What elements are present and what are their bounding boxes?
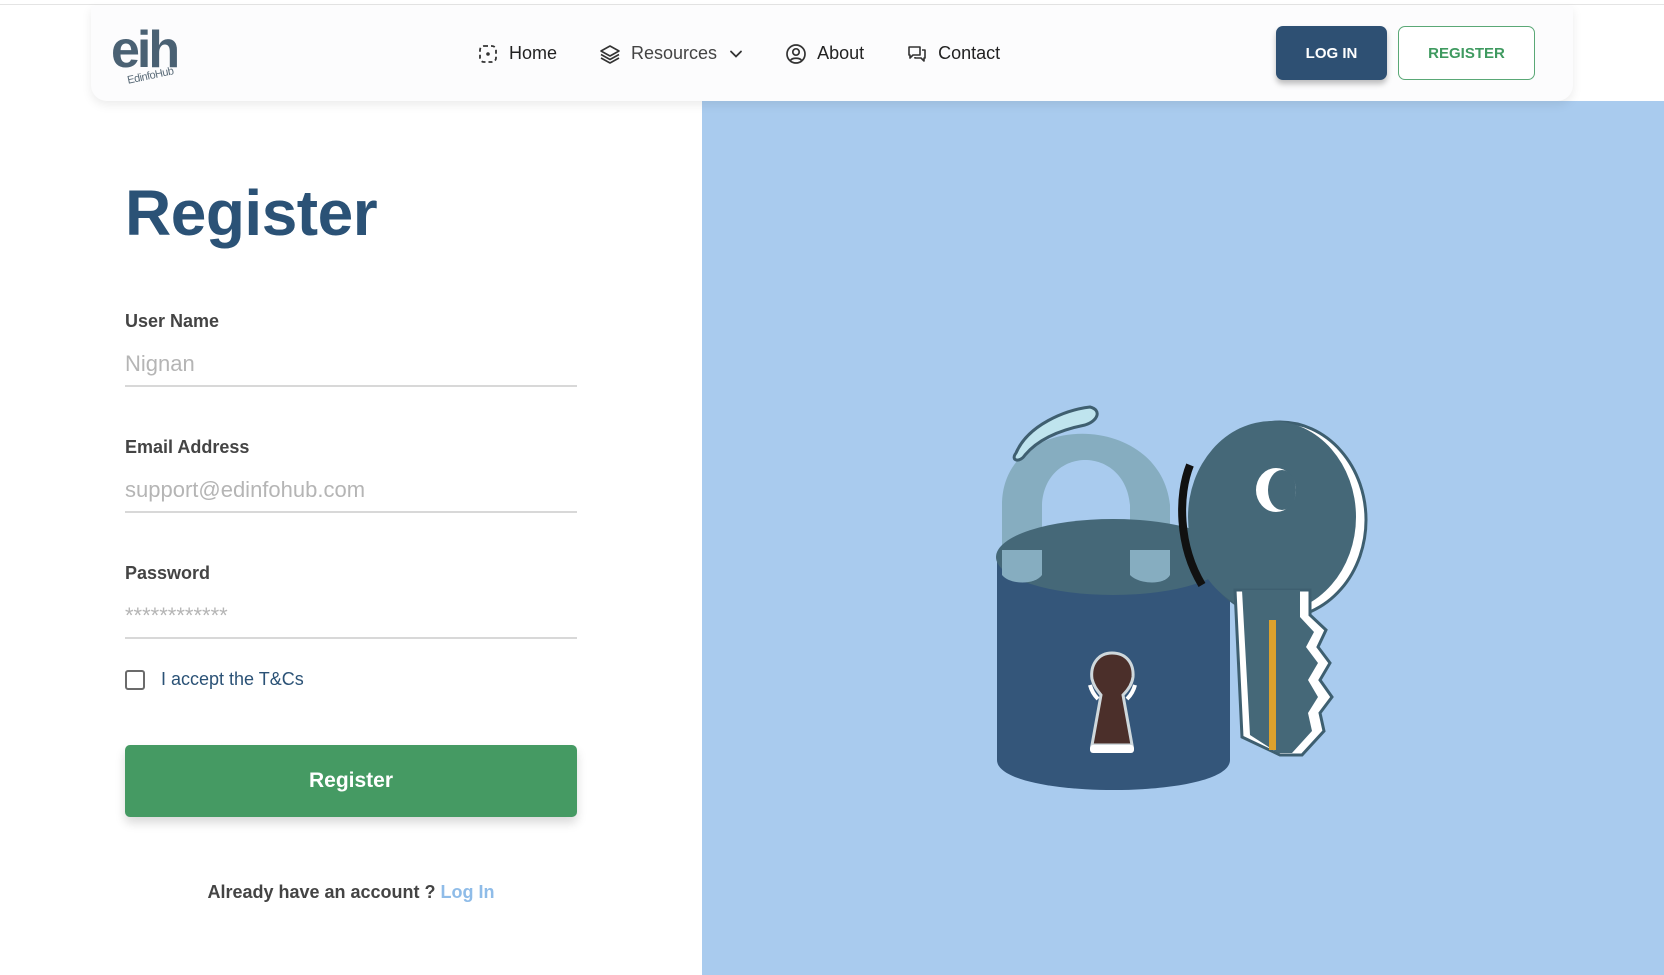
nav-label-resources: Resources — [631, 43, 718, 63]
login-prompt: Already have an account ? Log In — [125, 882, 577, 903]
padlock-key-illustration — [996, 405, 1368, 790]
nav-label-contact: Contact — [938, 43, 1001, 63]
login-link[interactable]: Log In — [441, 882, 495, 902]
navbar: eih EdinfoHub Home Resources About Conta… — [91, 6, 1573, 101]
register-submit-button[interactable]: Register — [125, 745, 577, 817]
nav-label-about: About — [817, 43, 865, 63]
home-dashed-icon — [479, 44, 497, 63]
register-nav-button[interactable]: REGISTER — [1398, 26, 1535, 80]
username-label: User Name — [125, 311, 220, 331]
layers-icon — [600, 44, 620, 64]
password-label: Password — [125, 563, 211, 583]
email-input[interactable] — [125, 469, 577, 513]
key-head — [1188, 421, 1356, 613]
nav-item-resources[interactable]: Resources — [599, 34, 743, 74]
main-nav: Home Resources About Contact — [477, 6, 1042, 101]
email-label: Email Address — [125, 437, 250, 457]
top-border — [0, 0, 1664, 5]
nav-item-about[interactable]: About — [785, 34, 864, 74]
user-circle-icon — [786, 43, 806, 64]
login-button[interactable]: LOG IN — [1276, 26, 1387, 80]
site-logo[interactable]: eih EdinfoHub — [111, 20, 201, 87]
terms-label[interactable]: I accept the T&Cs — [161, 669, 304, 690]
nav-item-contact[interactable]: Contact — [906, 34, 1000, 74]
nav-item-home[interactable]: Home — [477, 34, 557, 74]
nav-label-home: Home — [509, 43, 558, 63]
terms-row: I accept the T&Cs — [125, 669, 304, 690]
page-title: Register — [125, 177, 378, 249]
password-input[interactable] — [125, 595, 577, 639]
chevron-down-icon — [730, 50, 742, 58]
account-prompt-text: Already have an account ? — [207, 882, 436, 902]
username-input[interactable] — [125, 343, 577, 387]
chat-bubbles-icon — [908, 45, 926, 62]
terms-checkbox[interactable] — [125, 669, 145, 690]
